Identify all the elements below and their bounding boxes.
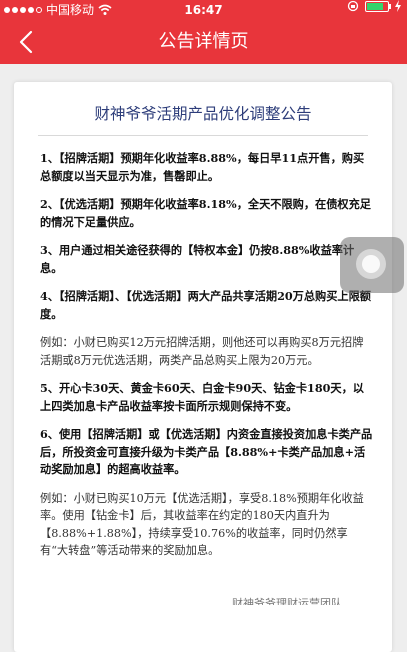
notice-item-4: 4、【招牌活期】、【优选活期】两大产品共享活期20万总购买上限额度。 [40,289,371,321]
clock: 16:47 [184,3,223,17]
assistive-touch-button[interactable] [340,237,404,293]
page-title: 公告详情页 [158,31,249,52]
battery-level [367,2,383,10]
rotation-lock-icon [347,0,359,12]
assistive-touch-core [362,255,380,273]
navigation-bar: 公告详情页 [0,20,407,64]
notice-item-2: 2、【优选活期】预期年化收益率8.18%，全天不限购，在债权充足的情况下足量供应… [40,197,371,229]
title-divider [38,135,368,136]
notice-item-6: 6、使用【招牌活期】或【优选活期】内资金直接投资加息卡类产品后，所投资金可直接升… [40,427,373,476]
notice-item-1: 1、【招牌活期】预期年化收益率8.88%，每日早11点开售，购买总额度以当天显示… [40,151,365,183]
notice-card: 财神爷爷活期产品优化调整公告 1、【招牌活期】预期年化收益率8.88%，每日早1… [14,82,392,652]
notice-signature: 财神爷爷理财运营团队 [232,597,342,605]
battery-icon [365,0,391,12]
notice-item-5: 5、开心卡30天、黄金卡60天、白金卡90天、钻金卡180天，以上四类加息卡产品… [40,381,364,413]
notice-example-2: 例如：小财已购买10万元【优选活期】，享受8.18%预期年化收益率。使用【钻金卡… [40,491,364,558]
charging-icon [395,0,401,12]
notice-title: 财神爷爷活期产品优化调整公告 [94,105,312,123]
notice-example-1: 例如：小财已购买12万元招牌活期，则他还可以再购买8万元招牌活期或8万元优选活期… [40,336,364,367]
status-bar: 中国移动 16:47 [0,0,407,20]
notice-item-3: 3、用户通过相关途径获得的【特权本金】仍按8.88%收益率计息。 [40,243,355,275]
notice-body: 1、【招牌活期】预期年化收益率8.88%，每日早11点开售，购买总额度以当天显示… [40,150,374,571]
status-right [347,0,401,12]
